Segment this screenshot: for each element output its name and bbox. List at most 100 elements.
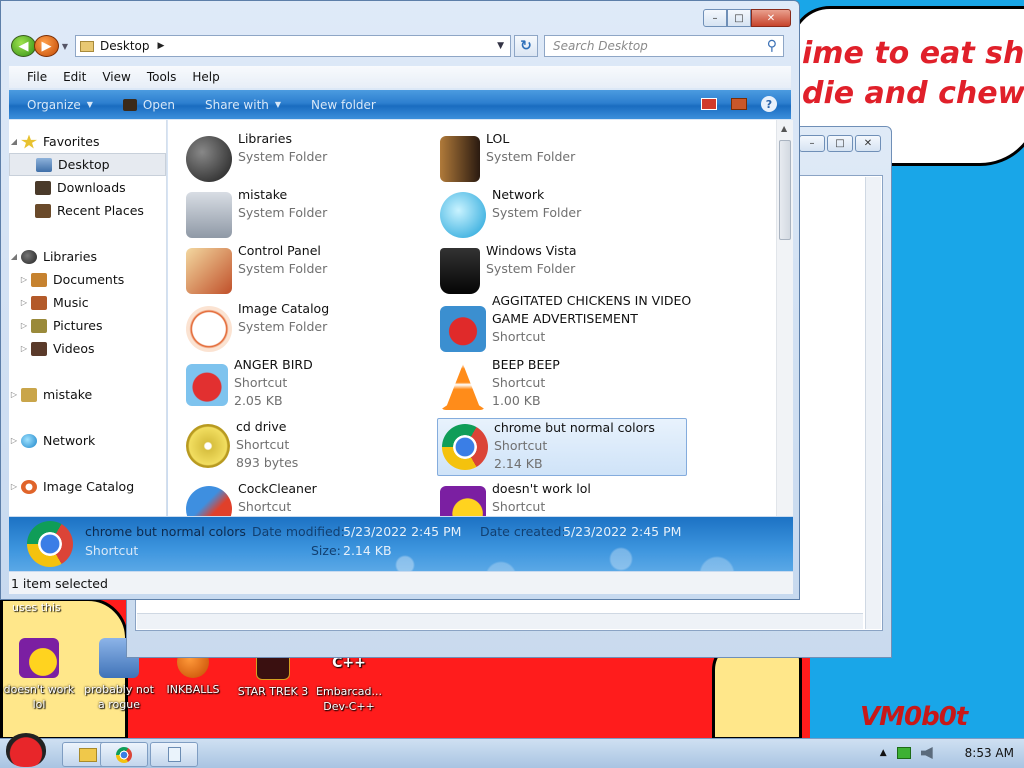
menu-file[interactable]: File xyxy=(19,70,55,84)
address-bar[interactable]: Desktop ▶ ▼ xyxy=(75,35,511,57)
show-hidden-icons-icon[interactable]: ▲ xyxy=(880,748,887,758)
chevron-right-icon[interactable]: ▷ xyxy=(19,298,29,307)
maximize-button[interactable]: □ xyxy=(727,9,751,27)
nav-network[interactable]: ▷ Network xyxy=(9,429,166,452)
recent-pages-button[interactable]: ▼ xyxy=(59,42,71,51)
search-box[interactable]: ⚲ xyxy=(544,35,784,57)
refresh-button[interactable]: ↻ xyxy=(514,35,538,57)
nav-label: Favorites xyxy=(43,134,100,149)
file-item[interactable]: mistake System Folder xyxy=(186,186,436,238)
close-button[interactable]: ✕ xyxy=(855,135,881,152)
start-button[interactable] xyxy=(2,731,48,768)
open-button[interactable]: Open xyxy=(122,97,175,112)
navigation-bar: ◀ ▶ ▼ Desktop ▶ ▼ ↻ ⚲ xyxy=(11,34,789,58)
nav-label: Libraries xyxy=(43,249,97,264)
file-name: chrome but normal colors xyxy=(494,420,655,435)
horizontal-scrollbar[interactable] xyxy=(137,613,863,629)
address-crumb[interactable]: Desktop xyxy=(100,39,150,53)
open-label: Open xyxy=(142,97,175,112)
nav-pictures[interactable]: ▷ Pictures xyxy=(9,314,166,337)
file-name: Image Catalog xyxy=(238,301,330,316)
nav-libraries[interactable]: ◢ Libraries xyxy=(9,245,166,268)
chevron-down-icon[interactable]: ▼ xyxy=(497,41,504,51)
volume-icon[interactable] xyxy=(920,747,933,759)
nav-downloads[interactable]: Downloads xyxy=(9,176,166,199)
status-bar: 1 item selected xyxy=(9,572,793,594)
details-pane: chrome but normal colors Shortcut Date m… xyxy=(9,517,793,571)
menu-edit[interactable]: Edit xyxy=(55,70,94,84)
file-type: System Folder xyxy=(238,319,328,334)
file-item[interactable]: cd drive Shortcut 893 bytes xyxy=(186,418,436,472)
chevron-right-icon[interactable]: ▷ xyxy=(9,436,19,445)
nav-videos[interactable]: ▷ Videos xyxy=(9,337,166,360)
search-input[interactable] xyxy=(553,39,753,53)
forward-button[interactable]: ▶ xyxy=(34,35,59,57)
new-folder-button[interactable]: New folder xyxy=(311,98,376,112)
expand-icon[interactable]: ◢ xyxy=(9,137,19,146)
close-button[interactable]: ✕ xyxy=(751,9,791,27)
menu-help[interactable]: Help xyxy=(184,70,227,84)
taskbar-chrome[interactable] xyxy=(100,742,148,767)
chevron-right-icon[interactable]: ▷ xyxy=(9,482,19,491)
chevron-down-icon: ▼ xyxy=(86,100,93,109)
scroll-thumb[interactable] xyxy=(779,140,791,240)
file-item[interactable]: Windows Vista System Folder xyxy=(440,242,690,294)
nav-music[interactable]: ▷ Music xyxy=(9,291,166,314)
file-name: Libraries xyxy=(238,131,292,146)
maximize-button[interactable]: □ xyxy=(827,135,853,152)
file-item[interactable]: CockCleaner Shortcut xyxy=(186,480,436,516)
nav-mistake[interactable]: ▷ mistake xyxy=(9,383,166,406)
yahoo-messenger-icon xyxy=(440,486,486,516)
chevron-right-icon[interactable]: ▷ xyxy=(9,390,19,399)
file-item[interactable]: Libraries System Folder xyxy=(186,130,436,182)
file-item[interactable]: doesn't work lol Shortcut xyxy=(440,480,690,516)
file-item[interactable]: Image Catalog System Folder xyxy=(186,300,436,352)
search-icon[interactable]: ⚲ xyxy=(767,38,777,54)
clock[interactable]: 8:53 AM xyxy=(965,746,1014,760)
details-modified-value: 5/23/2022 2:45 PM xyxy=(343,524,462,539)
taskbar-notepad[interactable] xyxy=(150,742,198,767)
nav-image-catalog[interactable]: ▷ Image Catalog xyxy=(9,475,166,498)
help-icon[interactable]: ? xyxy=(761,96,777,112)
file-item[interactable]: ANGER BIRD Shortcut 2.05 KB xyxy=(186,356,436,410)
file-type: System Folder xyxy=(486,149,576,164)
back-button[interactable]: ◀ xyxy=(11,35,36,57)
scroll-up-icon[interactable]: ▲ xyxy=(781,124,787,133)
chevron-right-icon[interactable]: ▷ xyxy=(19,344,29,353)
vertical-scrollbar[interactable]: ▲ xyxy=(776,120,793,516)
chrome-icon xyxy=(442,424,488,470)
chevron-right-icon[interactable]: ▶ xyxy=(158,41,165,51)
minimize-button[interactable]: – xyxy=(799,135,825,152)
chevron-right-icon[interactable]: ▷ xyxy=(19,275,29,284)
file-item[interactable]: AGGITATED CHICKENS IN VIDEO GAME ADVERTI… xyxy=(440,292,700,352)
nav-recent-places[interactable]: Recent Places xyxy=(9,199,166,222)
file-item[interactable]: BEEP BEEP Shortcut 1.00 KB xyxy=(440,356,690,410)
details-size-label: Size: xyxy=(311,543,341,558)
menu-tools[interactable]: Tools xyxy=(139,70,185,84)
desktop-icon-label: probably not a rogue xyxy=(84,683,154,711)
organize-button[interactable]: Organize ▼ xyxy=(27,98,93,112)
network-icon[interactable] xyxy=(896,747,911,759)
file-item[interactable]: LOL System Folder xyxy=(440,130,690,182)
expand-icon[interactable]: ◢ xyxy=(9,252,19,261)
share-with-button[interactable]: Share with ▼ xyxy=(205,98,281,112)
menu-view[interactable]: View xyxy=(94,70,138,84)
views-icon[interactable] xyxy=(701,98,717,110)
nav-desktop[interactable]: Desktop xyxy=(9,153,166,176)
taskbar: ▲ 8:53 AM xyxy=(0,733,1024,768)
file-list[interactable]: Libraries System Folder LOL System Folder … xyxy=(168,120,776,516)
nav-favorites[interactable]: ◢ Favorites xyxy=(9,130,166,153)
preview-pane-icon[interactable] xyxy=(731,98,747,110)
file-type: System Folder xyxy=(238,205,328,220)
minimize-button[interactable]: – xyxy=(703,9,727,27)
file-item[interactable]: Network System Folder xyxy=(440,186,690,238)
file-name: doesn't work lol xyxy=(492,481,591,496)
file-item-selected[interactable]: chrome but normal colors Shortcut 2.14 KB xyxy=(437,418,687,476)
chevron-right-icon[interactable]: ▷ xyxy=(19,321,29,330)
file-item[interactable]: Control Panel System Folder xyxy=(186,242,436,294)
vertical-scrollbar[interactable] xyxy=(865,177,881,629)
share-label: Share with xyxy=(204,97,269,112)
file-type: System Folder xyxy=(486,261,576,276)
nav-documents[interactable]: ▷ Documents xyxy=(9,268,166,291)
desktop-icon-yahoo[interactable]: doesn't work lol xyxy=(2,638,76,712)
